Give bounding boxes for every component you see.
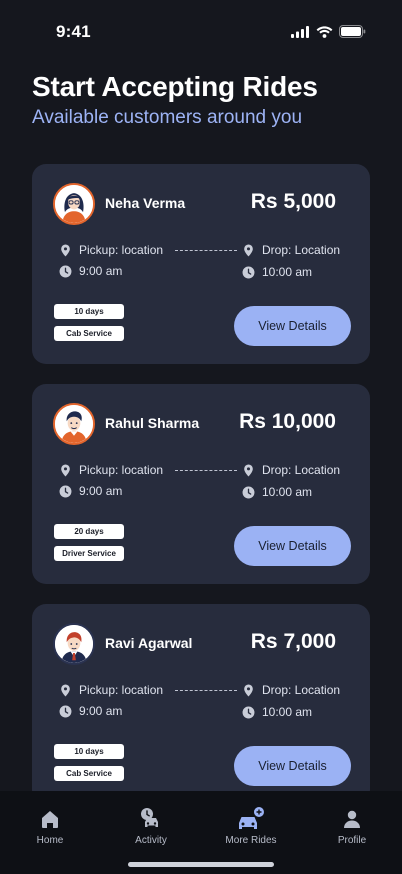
pickup-time-label: 9:00 am	[79, 704, 123, 718]
profile-icon	[307, 807, 397, 831]
ride-card[interactable]: Neha Verma Rs 5,000 Pickup: location 9:0…	[32, 164, 370, 364]
rider-name: Neha Verma	[105, 195, 186, 211]
drop-label: Drop: Location	[262, 463, 341, 477]
woman-avatar-icon	[53, 183, 95, 225]
clock-icon	[242, 486, 255, 498]
location-pin-icon	[244, 684, 253, 696]
location-pin-icon	[61, 244, 70, 256]
ride-fare: Rs 7,000	[250, 630, 336, 653]
status-bar: 9:41	[0, 0, 402, 56]
service-badge: Cab Service	[54, 326, 124, 341]
wifi-icon	[316, 25, 333, 43]
clock-icon	[59, 265, 72, 277]
man-avatar-icon	[53, 403, 95, 445]
car-plus-icon	[206, 807, 296, 831]
home-indicator[interactable]	[128, 862, 274, 867]
nav-label-home: Home	[36, 835, 64, 846]
pickup-label: Pickup: location	[79, 683, 164, 697]
view-details-button[interactable]: View Details	[234, 526, 351, 566]
pickup-time: 9:00 am	[59, 704, 122, 718]
pickup-time: 9:00 am	[59, 264, 122, 278]
drop-time-label: 10:00 am	[262, 705, 313, 719]
ride-fare: Rs 10,000	[239, 410, 336, 433]
status-time: 9:41	[56, 22, 91, 41]
drop-location: Drop: Location	[242, 683, 340, 697]
drop-time: 10:00 am	[242, 705, 312, 719]
drop-time: 10:00 am	[242, 485, 312, 499]
home-icon	[5, 807, 95, 831]
status-icons	[291, 25, 366, 43]
location-pin-icon	[244, 464, 253, 476]
nav-item-more-rides[interactable]: More Rides	[206, 807, 296, 846]
pickup-location: Pickup: location	[59, 243, 163, 257]
clock-icon	[242, 266, 255, 278]
drop-location: Drop: Location	[242, 463, 340, 477]
pickup-time: 9:00 am	[59, 484, 122, 498]
nav-label-more-rides: More Rides	[225, 835, 277, 846]
clock-icon	[59, 485, 72, 497]
route-dash-line	[175, 470, 237, 471]
nav-label-profile: Profile	[337, 835, 367, 846]
location-pin-icon	[61, 684, 70, 696]
ride-card[interactable]: Rahul Sharma Rs 10,000 Pickup: location …	[32, 384, 370, 584]
duration-badge: 10 days	[54, 744, 124, 759]
nav-item-profile[interactable]: Profile	[307, 807, 397, 846]
clock-icon	[59, 705, 72, 717]
battery-icon	[339, 25, 366, 43]
page-title: Start Accepting Rides	[32, 71, 318, 102]
rider-name: Rahul Sharma	[105, 415, 200, 431]
service-badge: Cab Service	[54, 766, 124, 781]
drop-time-label: 10:00 am	[262, 265, 313, 279]
man-avatar-icon	[53, 623, 95, 665]
pickup-label: Pickup: location	[79, 243, 164, 257]
view-details-button[interactable]: View Details	[234, 306, 351, 346]
nav-item-home[interactable]: Home	[5, 807, 95, 846]
drop-label: Drop: Location	[262, 243, 341, 257]
duration-badge: 20 days	[54, 524, 124, 539]
page-header: Start Accepting Rides Available customer…	[32, 70, 318, 130]
ride-card[interactable]: Ravi Agarwal Rs 7,000 Pickup: location 9…	[32, 604, 370, 804]
rider-name: Ravi Agarwal	[105, 635, 193, 651]
location-pin-icon	[244, 244, 253, 256]
service-badge: Driver Service	[54, 546, 124, 561]
page-subtitle: Available customers around you	[32, 107, 303, 128]
pickup-label: Pickup: location	[79, 463, 164, 477]
nav-label-activity: Activity	[135, 835, 167, 846]
pickup-time-label: 9:00 am	[79, 484, 123, 498]
cellular-signal-icon	[291, 25, 310, 43]
nav-item-activity[interactable]: Activity	[106, 807, 196, 846]
clock-icon	[242, 706, 255, 718]
route-dash-line	[175, 250, 237, 251]
drop-label: Drop: Location	[262, 683, 341, 697]
drop-location: Drop: Location	[242, 243, 340, 257]
pickup-location: Pickup: location	[59, 683, 163, 697]
drop-time-label: 10:00 am	[262, 485, 313, 499]
activity-icon	[106, 807, 196, 831]
ride-fare: Rs 5,000	[250, 190, 336, 213]
view-details-button[interactable]: View Details	[234, 746, 351, 786]
location-pin-icon	[61, 464, 70, 476]
route-dash-line	[175, 690, 237, 691]
duration-badge: 10 days	[54, 304, 124, 319]
drop-time: 10:00 am	[242, 265, 312, 279]
pickup-time-label: 9:00 am	[79, 264, 123, 278]
pickup-location: Pickup: location	[59, 463, 163, 477]
